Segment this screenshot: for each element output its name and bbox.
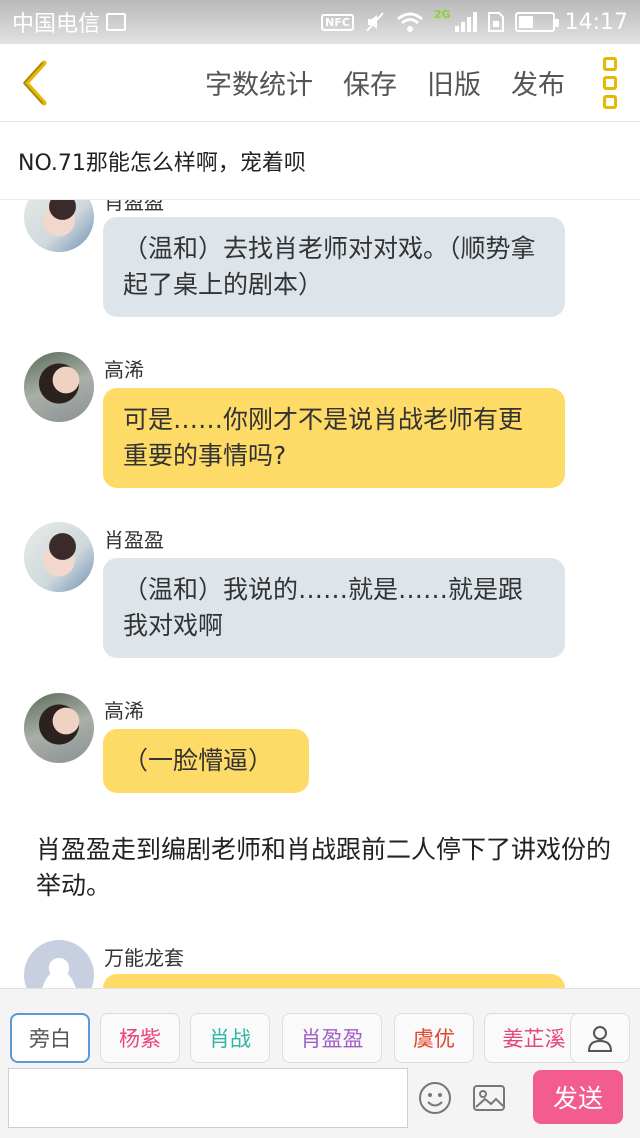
status-bar: 中国电信 NFC 2G 14:17: [0, 0, 640, 44]
avatar[interactable]: [24, 522, 94, 592]
carrier: 中国电信: [12, 6, 127, 38]
signal-icon: [454, 12, 477, 32]
narration-text[interactable]: 肖盈盈走到编剧老师和肖战跟前二人停下了讲戏份的举动。: [36, 832, 616, 904]
send-button[interactable]: 发送: [533, 1070, 623, 1124]
role-chip[interactable]: 姜芷溪: [484, 1013, 584, 1063]
back-button[interactable]: [0, 44, 70, 122]
image-icon: [473, 1085, 505, 1111]
emoji-button[interactable]: [416, 1080, 454, 1116]
input-bar: 发送: [0, 1068, 640, 1138]
message-input[interactable]: [8, 1068, 408, 1128]
wifi-icon: [396, 12, 423, 32]
role-manager-button[interactable]: [570, 1013, 630, 1063]
editor-toolbar: 字数统计 保存 旧版 发布: [0, 44, 640, 122]
chevron-left-icon: [23, 60, 47, 105]
chapter-title: NO.71那能怎么样啊，宠着呗: [0, 122, 640, 200]
publish-button[interactable]: 发布: [496, 63, 580, 102]
speaker-name: 肖盈盈: [104, 200, 164, 214]
role-chip[interactable]: 肖盈盈: [282, 1013, 382, 1063]
role-selector-bar: 旁白 杨紫 肖战 肖盈盈 虞优 姜芷溪: [0, 988, 640, 1068]
message-bubble[interactable]: （一脸懵逼）: [103, 729, 309, 793]
speaker-name: 高浠: [104, 358, 144, 382]
battery-icon: [514, 12, 559, 32]
avatar[interactable]: [24, 693, 94, 763]
network-type: 2G: [433, 7, 451, 21]
role-chip[interactable]: 杨紫: [100, 1013, 180, 1063]
mute-icon: [366, 12, 384, 32]
smiley-icon: [419, 1082, 451, 1114]
carrier-name: 中国电信: [12, 12, 101, 37]
role-chip-narrator[interactable]: 旁白: [10, 1013, 90, 1063]
menu-dots-icon[interactable]: [580, 44, 640, 122]
image-notification-icon: [106, 13, 127, 31]
avatar[interactable]: [24, 200, 94, 252]
word-count-button[interactable]: 字数统计: [190, 63, 328, 102]
toolbar-actions: 字数统计 保存 旧版 发布: [190, 44, 640, 122]
save-button[interactable]: 保存: [328, 63, 412, 102]
sim-card-icon: [487, 12, 504, 32]
role-chip[interactable]: 肖战: [190, 1013, 270, 1063]
image-button[interactable]: [470, 1080, 508, 1116]
speaker-name: 肖盈盈: [104, 528, 164, 552]
status-icons: NFC 2G 14:17: [321, 7, 628, 35]
role-chip[interactable]: 虞优: [394, 1013, 474, 1063]
old-version-button[interactable]: 旧版: [412, 63, 496, 102]
speaker-name: 高浠: [104, 699, 144, 723]
message-bubble[interactable]: （温和）去找肖老师对对戏。（顺势拿起了桌上的剧本）: [103, 217, 565, 317]
message-bubble[interactable]: 可是……你刚才不是说肖战老师有更重要的事情吗?: [103, 388, 565, 488]
speaker-name: 万能龙套: [104, 946, 184, 970]
person-icon: [587, 1026, 613, 1052]
chat-area[interactable]: 肖盈盈 （温和）去找肖老师对对戏。（顺势拿起了桌上的剧本） 高浠 可是……你刚才…: [0, 200, 640, 988]
avatar[interactable]: [24, 352, 94, 422]
message-bubble[interactable]: [103, 974, 565, 988]
battery-level: [518, 16, 533, 28]
message-bubble[interactable]: （温和）我说的……就是……就是跟我对戏啊: [103, 558, 565, 658]
avatar[interactable]: [24, 940, 94, 988]
clock: 14:17: [564, 9, 628, 35]
nfc-icon: NFC: [321, 13, 354, 31]
